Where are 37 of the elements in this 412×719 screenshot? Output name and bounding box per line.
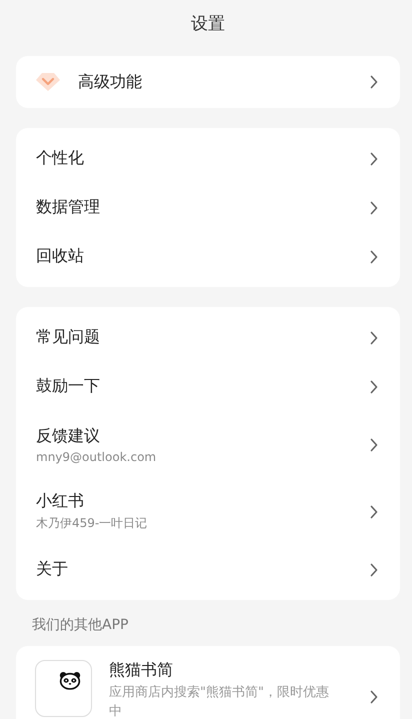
- row-label: 常见问题: [36, 327, 101, 348]
- chevron-right-icon: [370, 690, 378, 704]
- row-label: 反馈建议: [36, 426, 101, 446]
- row-label: 回收站: [36, 246, 85, 267]
- settings-row[interactable]: 回收站: [16, 232, 400, 281]
- row-subtitle: 木乃伊459-一叶日记: [36, 515, 148, 532]
- settings-row[interactable]: 关于: [16, 545, 400, 594]
- chevron-right-icon: [370, 562, 378, 576]
- chevron-right-icon: [370, 152, 378, 166]
- chevron-right-icon: [370, 330, 378, 344]
- row-subtitle: mny9@outlook.com: [36, 450, 158, 464]
- settings-row[interactable]: 个性化: [16, 134, 400, 183]
- panda-icon: [59, 671, 81, 690]
- settings-row[interactable]: 常见问题: [16, 313, 400, 362]
- chevron-right-icon: [370, 438, 378, 452]
- row-label: 小红书: [36, 491, 85, 512]
- settings-row[interactable]: 反馈建议 mny9@outlook.com: [16, 411, 400, 478]
- settings-row[interactable]: 高级功能: [16, 56, 400, 108]
- section-heading: 我们的其他APP: [32, 616, 130, 634]
- chevron-right-icon: [370, 75, 378, 89]
- settings-row[interactable]: 鼓励一下: [16, 362, 400, 411]
- row-label: 数据管理: [36, 197, 101, 218]
- settings-row[interactable]: 小红书 木乃伊459-一叶日记: [16, 478, 400, 545]
- row-label: 个性化: [36, 148, 85, 169]
- settings-row[interactable]: 数据管理: [16, 183, 400, 232]
- app-description: 应用商店内搜索"熊猫书简"，限时优惠中: [109, 684, 330, 719]
- chevron-right-icon: [370, 504, 378, 518]
- chevron-right-icon: [370, 380, 378, 394]
- row-label: 鼓励一下: [36, 376, 101, 397]
- row-label: 高级功能: [78, 72, 143, 92]
- app-card[interactable]: 熊猫书简 应用商店内搜索"熊猫书简"，限时优惠中: [16, 646, 400, 719]
- app-name: 熊猫书简: [109, 660, 174, 681]
- page-title: 设置: [190, 13, 226, 36]
- diamond-icon: [36, 72, 60, 92]
- row-label: 关于: [36, 559, 69, 580]
- chevron-right-icon: [370, 250, 378, 264]
- chevron-right-icon: [370, 200, 378, 214]
